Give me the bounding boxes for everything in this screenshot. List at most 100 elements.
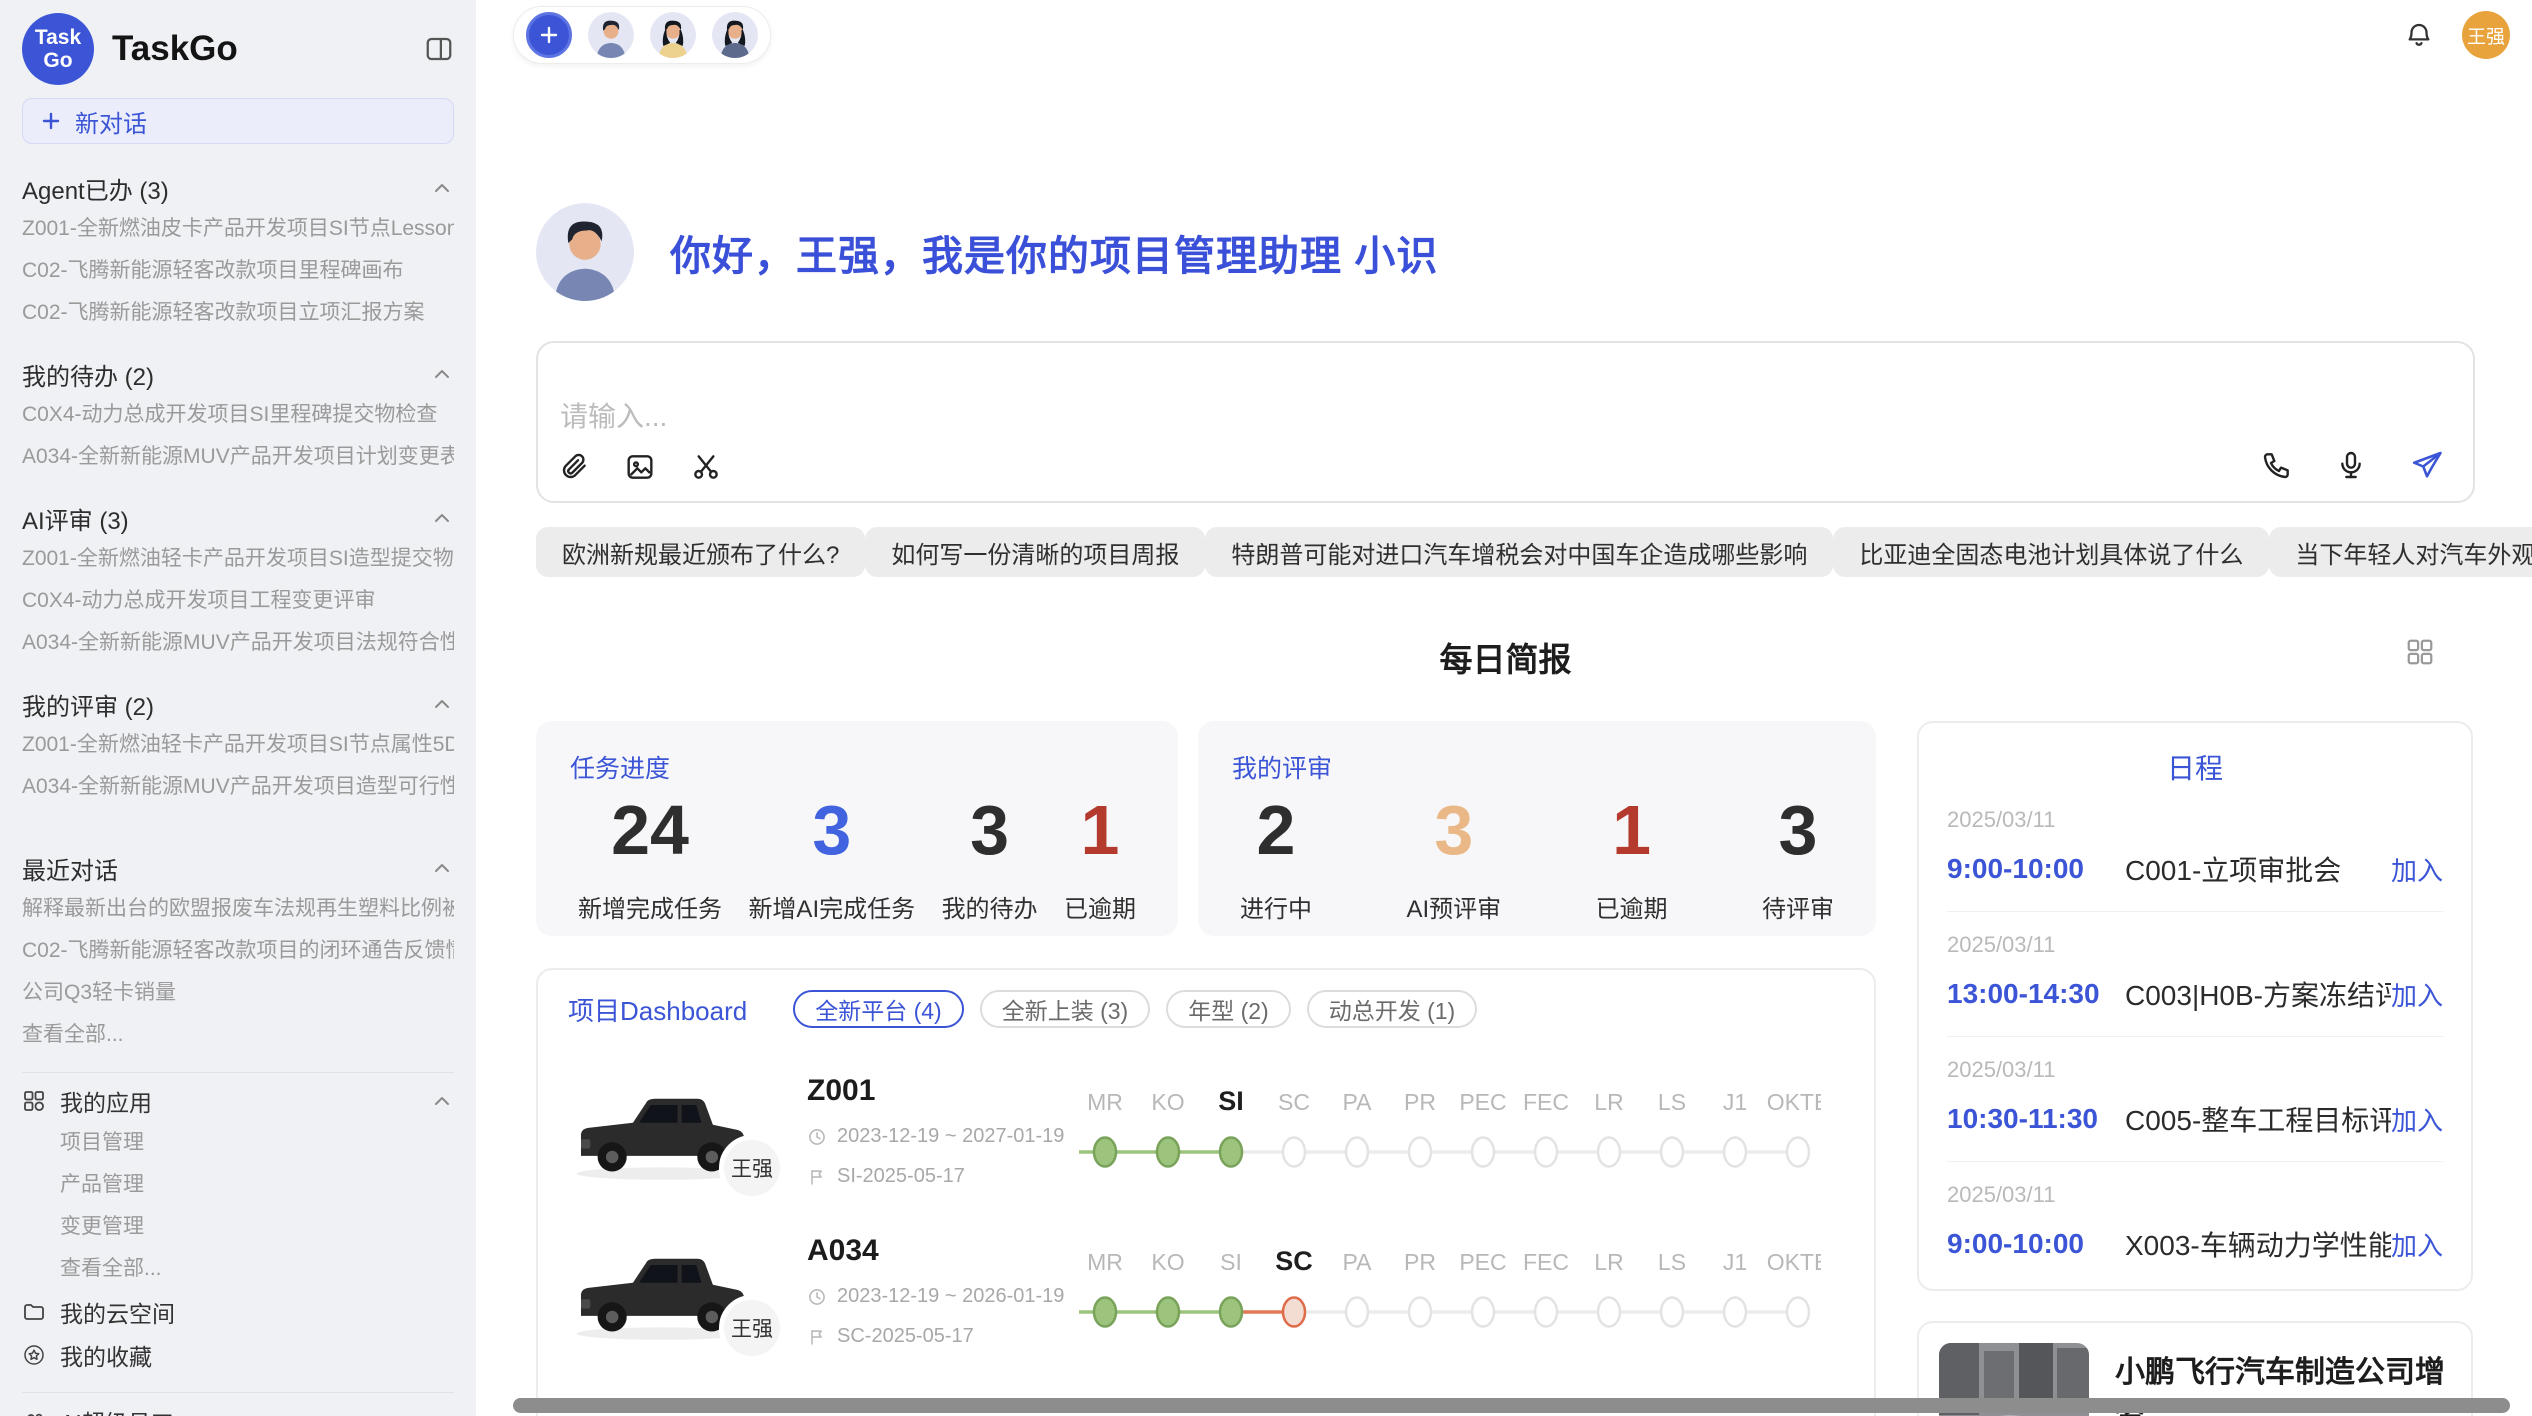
- sidebar-item[interactable]: C0X4-动力总成开发项目工程变更评审: [22, 580, 454, 622]
- sidebar-app-item[interactable]: 产品管理: [22, 1164, 454, 1206]
- event-name: C005-整车工程目标评审: [2125, 1099, 2391, 1139]
- sidebar-item[interactable]: Z001-全新燃油轻卡产品开发项目SI造型提交物评审: [22, 538, 454, 580]
- svg-text:SC: SC: [1275, 1246, 1313, 1276]
- svg-text:PA: PA: [1343, 1249, 1373, 1275]
- project-row[interactable]: 王强Z0012023-12-19 ~ 2027-01-19SI-2025-05-…: [568, 1056, 1844, 1206]
- svg-text:SI: SI: [1218, 1086, 1244, 1116]
- milestone-timeline: MRKOSISCPAPRPECFECLRLSJ1OKTB: [1073, 1234, 1821, 1349]
- stat-label: 待评审: [1762, 889, 1834, 924]
- sidebar-item-favorites[interactable]: 我的收藏: [22, 1333, 454, 1376]
- avatar[interactable]: [712, 12, 758, 58]
- sidebar-section-header[interactable]: 我的待办 (2): [22, 354, 454, 394]
- project-row[interactable]: 王强A0342023-12-19 ~ 2026-01-19SC-2025-05-…: [568, 1216, 1844, 1366]
- event-time: 13:00-14:30: [1947, 978, 2125, 1010]
- phone-icon[interactable]: [2261, 449, 2293, 481]
- horizontal-scrollbar[interactable]: [513, 1398, 2510, 1413]
- dashboard-header: 项目Dashboard 全新平台 (4)全新上装 (3)年型 (2)动总开发 (…: [568, 990, 1844, 1028]
- bell-icon[interactable]: [2404, 20, 2434, 50]
- join-event-link[interactable]: 加入: [2391, 976, 2443, 1013]
- clock-icon: [807, 1127, 827, 1147]
- sidebar-item[interactable]: C0X4-动力总成开发项目SI里程碑提交物检查: [22, 394, 454, 436]
- sidebar-view-all-link[interactable]: 查看全部...: [22, 1014, 454, 1056]
- sidebar-section-header[interactable]: AI评审 (3): [22, 498, 454, 538]
- sidebar-app-item[interactable]: 变更管理: [22, 1206, 454, 1248]
- sidebar-app-item[interactable]: 项目管理: [22, 1122, 454, 1164]
- suggestion-chip[interactable]: 当下年轻人对汽车外观有怎样的喜好趋势: [2269, 527, 2532, 577]
- join-event-link[interactable]: 加入: [2391, 851, 2443, 888]
- project-dates-label: 2023-12-19 ~ 2026-01-19: [837, 1285, 1064, 1308]
- suggestion-chip[interactable]: 特朗普可能对进口汽车增税会对中国车企造成哪些影响: [1205, 527, 1833, 577]
- suggestion-chip[interactable]: 如何写一份清晰的项目周报: [865, 527, 1205, 577]
- stat-value: 1: [1064, 787, 1136, 875]
- event-time: 9:00-10:00: [1947, 1228, 2125, 1260]
- grid-layout-icon[interactable]: [2405, 637, 2435, 667]
- sidebar-item-my-apps[interactable]: 我的应用: [22, 1079, 454, 1122]
- collapse-sidebar-icon[interactable]: [424, 34, 454, 64]
- svg-text:J1: J1: [1723, 1089, 1747, 1115]
- sidebar-item[interactable]: 公司Q3轻卡销量: [22, 972, 454, 1014]
- microphone-icon[interactable]: [2335, 449, 2367, 481]
- suggestion-chip[interactable]: 比亚迪全固态电池计划具体说了什么: [1833, 527, 2269, 577]
- topbar: 王强: [513, 6, 2510, 64]
- briefing-columns: 任务进度 24新增完成任务3新增AI完成任务3我的待办1已逾期 我的评审 2进行…: [536, 721, 2475, 1416]
- add-workspace-button[interactable]: [526, 12, 572, 58]
- event-main: 9:00-10:00C001-立项审批会加入: [1947, 849, 2443, 889]
- join-event-link[interactable]: 加入: [2391, 1101, 2443, 1138]
- dashboard-tab[interactable]: 动总开发 (1): [1307, 990, 1478, 1028]
- scissors-icon[interactable]: [690, 451, 722, 483]
- sidebar-item[interactable]: Z001-全新燃油皮卡产品开发项目SI节点Lesson Learn报告: [22, 208, 454, 250]
- event-time: 10:30-11:30: [1947, 1103, 2125, 1135]
- event-date: 2025/03/11: [1947, 932, 2443, 958]
- user-avatar[interactable]: 王强: [2462, 11, 2510, 59]
- send-icon[interactable]: [2409, 447, 2445, 483]
- logo-line1: Task: [35, 26, 81, 49]
- sidebar-view-all-link[interactable]: 查看全部...: [22, 1248, 454, 1290]
- sidebar-item[interactable]: A034-全新新能源MUV产品开发项目造型可行性评审: [22, 766, 454, 808]
- chat-input[interactable]: 请输入...: [536, 341, 2475, 503]
- sidebar-item[interactable]: 解释最新出台的欧盟报废车法规再生塑料比例被调至15%...: [22, 888, 454, 930]
- sidebar-item-ai-super-staff[interactable]: AI超级员工: [22, 1399, 454, 1416]
- sidebar-item-label: AI超级员工: [60, 1404, 174, 1416]
- project-flag: SI-2025-05-17: [807, 1165, 1073, 1188]
- my-review-card: 我的评审 2进行中3AI预评审1已逾期3待评审: [1198, 721, 1876, 936]
- schedule-event: 2025/03/1110:30-11:30C005-整车工程目标评审加入: [1947, 1037, 2443, 1162]
- sidebar-item[interactable]: C02-飞腾新能源轻客改款项目的闭环通告反馈情况: [22, 930, 454, 972]
- sidebar-item[interactable]: A034-全新新能源MUV产品开发项目法规符合性评审: [22, 622, 454, 664]
- suggestion-chips: 欧洲新规最近颁布了什么?如何写一份清晰的项目周报特朗普可能对进口汽车增税会对中国…: [536, 527, 2475, 577]
- suggestion-chip[interactable]: 欧洲新规最近颁布了什么?: [536, 527, 865, 577]
- sidebar-item[interactable]: A034-全新新能源MUV产品开发项目计划变更表编写: [22, 436, 454, 478]
- sidebar: Task Go TaskGo 新对话 Agent已办 (3)Z001-全新燃油皮…: [0, 0, 476, 1416]
- project-dashboard-card: 项目Dashboard 全新平台 (4)全新上装 (3)年型 (2)动总开发 (…: [536, 968, 1876, 1416]
- star-icon: [22, 1343, 46, 1367]
- sidebar-item[interactable]: Z001-全新燃油轻卡产品开发项目SI节点属性5D文件评审: [22, 724, 454, 766]
- sidebar-item[interactable]: C02-飞腾新能源轻客改款项目里程碑画布: [22, 250, 454, 292]
- event-main: 13:00-14:30C003|H0B-方案冻结评审加入: [1947, 974, 2443, 1014]
- dashboard-tab[interactable]: 全新上装 (3): [980, 990, 1151, 1028]
- new-chat-button[interactable]: 新对话: [22, 98, 454, 144]
- input-left-icons: [558, 451, 722, 483]
- sidebar-item-cloud-space[interactable]: 我的云空间: [22, 1290, 454, 1333]
- join-event-link[interactable]: 加入: [2391, 1226, 2443, 1263]
- avatar[interactable]: [650, 12, 696, 58]
- sidebar-section-header[interactable]: Agent已办 (3): [22, 168, 454, 208]
- apps-grid-icon: [22, 1089, 46, 1113]
- image-icon[interactable]: [624, 451, 656, 483]
- plus-icon: [537, 23, 561, 47]
- dashboard-tab[interactable]: 年型 (2): [1166, 990, 1291, 1028]
- svg-text:LS: LS: [1658, 1089, 1686, 1115]
- sidebar-section-title: 我的评审 (2): [22, 687, 154, 722]
- chevron-up-icon: [430, 506, 454, 530]
- svg-text:OKTB: OKTB: [1767, 1249, 1821, 1275]
- avatar[interactable]: [588, 12, 634, 58]
- sidebar-section-header[interactable]: 最近对话: [22, 848, 454, 888]
- stat-item: 3AI预评审: [1406, 787, 1501, 924]
- schedule-title: 日程: [1947, 747, 2443, 787]
- sidebar-item[interactable]: C02-飞腾新能源轻客改款项目立项汇报方案: [22, 292, 454, 334]
- dashboard-tab[interactable]: 全新平台 (4): [793, 990, 964, 1028]
- logo-line2: Go: [43, 49, 72, 72]
- schedule-event: 2025/03/119:00-10:00C001-立项审批会加入: [1947, 787, 2443, 912]
- sidebar-section-header[interactable]: 我的评审 (2): [22, 684, 454, 724]
- svg-text:PR: PR: [1404, 1249, 1436, 1275]
- svg-text:J1: J1: [1723, 1249, 1747, 1275]
- attachment-icon[interactable]: [558, 451, 590, 483]
